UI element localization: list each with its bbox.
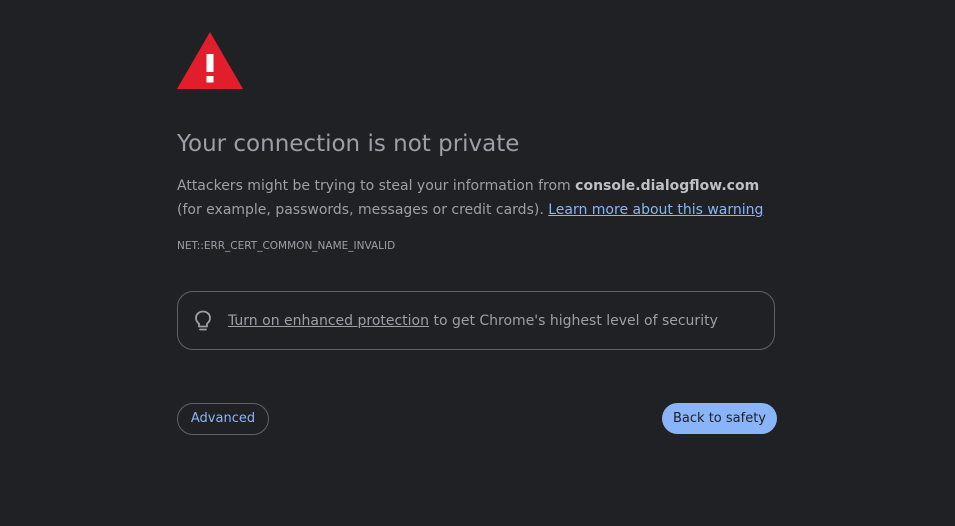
lightbulb-icon (194, 310, 212, 332)
enhanced-protection-text: Turn on enhanced protection to get Chrom… (228, 311, 718, 331)
site-host: console.dialogflow.com (575, 178, 760, 194)
error-code: NET::ERR_CERT_COMMON_NAME_INVALID (177, 240, 396, 252)
enhanced-protection-suffix: to get Chrome's highest level of securit… (429, 313, 718, 329)
learn-more-link[interactable]: Learn more about this warning (548, 202, 763, 218)
warning-triangle-icon (177, 32, 243, 89)
enhanced-protection-link[interactable]: Turn on enhanced protection (228, 313, 429, 329)
advanced-button[interactable]: Advanced (177, 403, 269, 435)
warning-description: Attackers might be trying to steal your … (177, 174, 777, 222)
back-to-safety-button[interactable]: Back to safety (662, 403, 777, 434)
description-suffix: (for example, passwords, messages or cre… (177, 202, 549, 218)
description-prefix: Attackers might be trying to steal your … (177, 178, 576, 194)
enhanced-protection-box: Turn on enhanced protection to get Chrom… (177, 291, 775, 350)
page-title: Your connection is not private (177, 131, 520, 157)
